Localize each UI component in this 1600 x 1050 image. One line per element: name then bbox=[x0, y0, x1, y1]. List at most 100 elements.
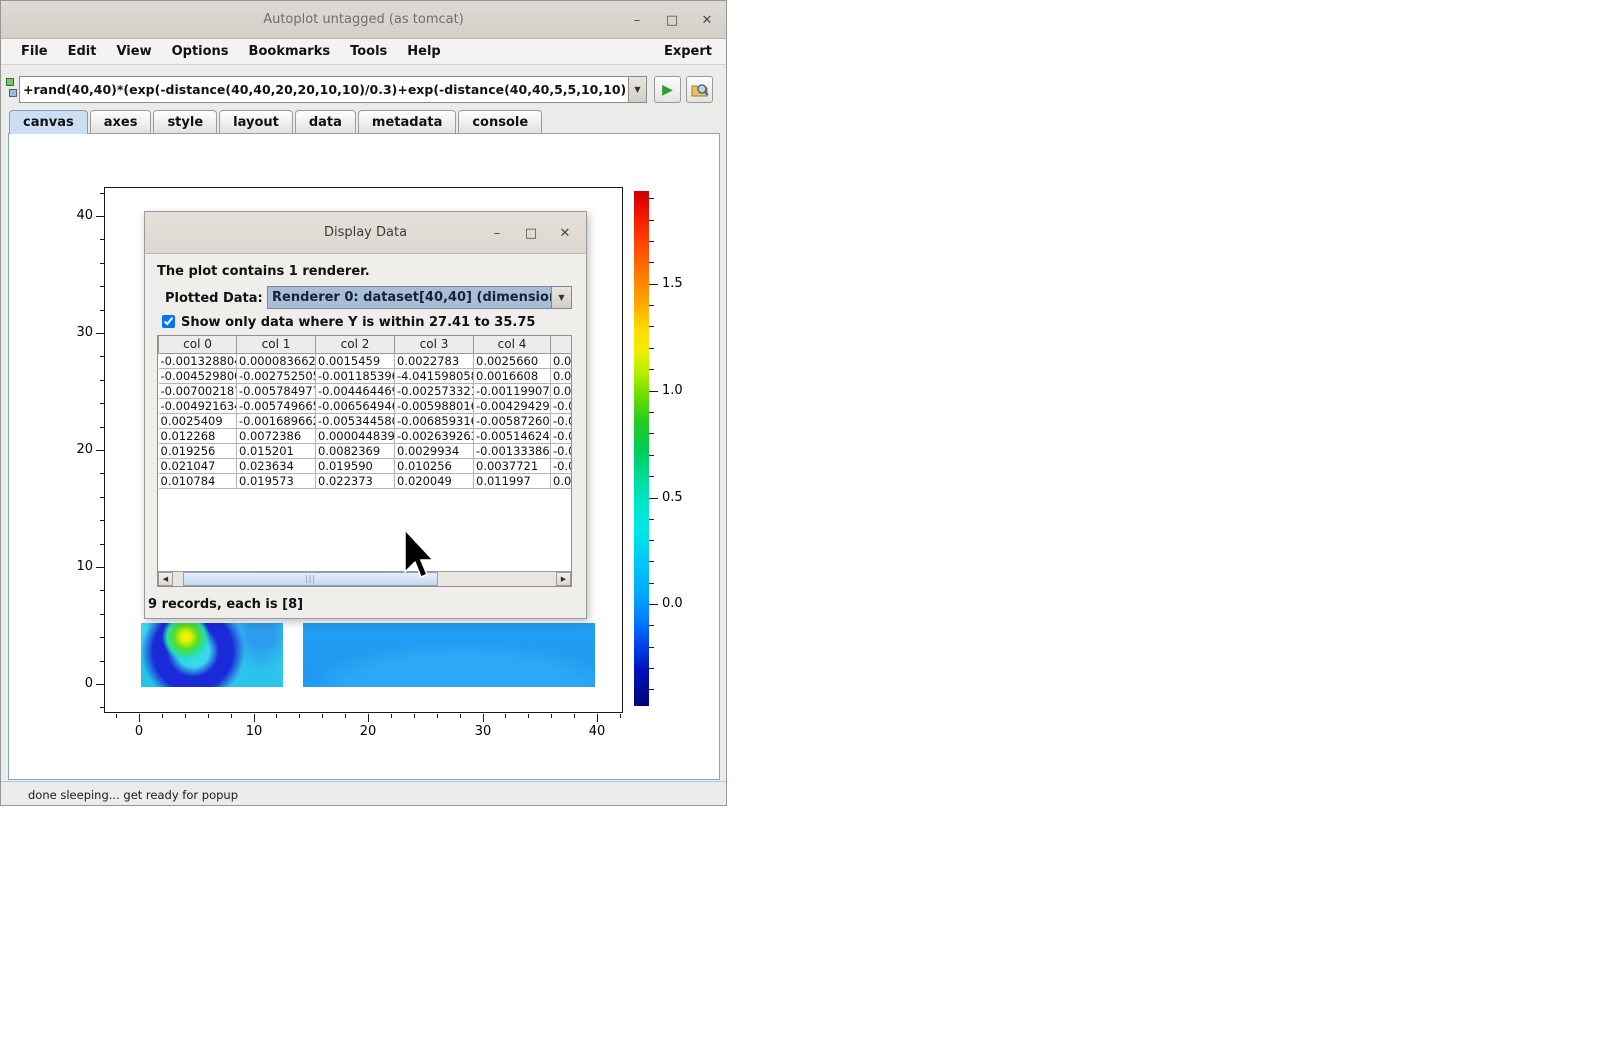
table-cell[interactable]: 0.0025409 bbox=[159, 413, 237, 428]
table-col-header[interactable] bbox=[551, 336, 573, 353]
title-bar[interactable]: Autoplot untagged (as tomcat) – □ ✕ bbox=[1, 1, 726, 39]
dialog-minimize-icon[interactable]: – bbox=[490, 226, 504, 241]
table-cell[interactable]: 0.00 bbox=[551, 368, 573, 383]
maximize-icon[interactable]: □ bbox=[665, 13, 679, 28]
table-row[interactable]: 0.0192560.0152010.00823690.0029934-0.001… bbox=[159, 443, 573, 458]
table-row[interactable]: 0.0025409-0.001689662...-0.005344580...-… bbox=[159, 413, 573, 428]
tab-metadata[interactable]: metadata bbox=[358, 110, 456, 134]
table-cell[interactable]: -0.004921634... bbox=[159, 398, 237, 413]
colorbar[interactable] bbox=[634, 191, 649, 706]
table-cell[interactable]: 0.000083662 bbox=[237, 353, 316, 368]
table-cell[interactable]: -0.005784977... bbox=[237, 383, 316, 398]
tab-console[interactable]: console bbox=[458, 110, 542, 134]
table-cell[interactable]: 0.0082369 bbox=[316, 443, 395, 458]
table-cell[interactable]: -0.001328804... bbox=[159, 353, 237, 368]
table-cell[interactable]: 0.019573 bbox=[237, 473, 316, 488]
tab-style[interactable]: style bbox=[153, 110, 217, 134]
uri-input[interactable] bbox=[19, 76, 629, 103]
menu-item-tools[interactable]: Tools bbox=[340, 44, 397, 59]
dialog-maximize-icon[interactable]: □ bbox=[524, 226, 538, 241]
table-cell[interactable]: 0.0029934 bbox=[395, 443, 474, 458]
table-cell[interactable]: -0.005146240... bbox=[474, 428, 551, 443]
table-cell[interactable]: 0.019590 bbox=[316, 458, 395, 473]
menu-item-view[interactable]: View bbox=[106, 44, 161, 59]
table-cell[interactable]: 0.021047 bbox=[159, 458, 237, 473]
table-col-header[interactable]: col 1 bbox=[237, 336, 316, 353]
table-cell[interactable]: -0.001185396... bbox=[316, 368, 395, 383]
table-cell[interactable]: -0.006564946... bbox=[316, 398, 395, 413]
table-cell[interactable]: 0.00 bbox=[551, 473, 573, 488]
table-cell[interactable]: 0.000044839 bbox=[316, 428, 395, 443]
table-cell[interactable]: 0.0022783 bbox=[395, 353, 474, 368]
table-cell[interactable]: 0.015201 bbox=[237, 443, 316, 458]
table-cell[interactable]: 0.019256 bbox=[159, 443, 237, 458]
combobox-arrow-icon[interactable]: ▼ bbox=[551, 287, 571, 308]
table-cell[interactable]: 0.012268 bbox=[159, 428, 237, 443]
table-cell[interactable]: -0.0 bbox=[551, 443, 573, 458]
horizontal-scrollbar[interactable]: ◀ ||| ▶ bbox=[158, 571, 571, 586]
table-cell[interactable]: -0.001333864... bbox=[474, 443, 551, 458]
table-cell[interactable]: -0.001689662... bbox=[237, 413, 316, 428]
menu-item-bookmarks[interactable]: Bookmarks bbox=[239, 44, 341, 59]
table-cell[interactable]: 0.023634 bbox=[237, 458, 316, 473]
table-col-header[interactable]: col 0 bbox=[159, 336, 237, 353]
dialog-title-bar[interactable]: Display Data – □ ✕ bbox=[145, 212, 586, 254]
y-filter-checkbox[interactable] bbox=[162, 315, 175, 328]
table-cell[interactable]: -0.0 bbox=[551, 413, 573, 428]
table-row[interactable]: -0.004921634...-0.005749665...-0.0065649… bbox=[159, 398, 573, 413]
table-row[interactable]: -0.007002187...-0.005784977...-0.0044644… bbox=[159, 383, 573, 398]
table-cell[interactable]: -0.004464469... bbox=[316, 383, 395, 398]
tab-data[interactable]: data bbox=[295, 110, 356, 134]
plotted-data-combobox[interactable]: Renderer 0: dataset[40,40] (dimension...… bbox=[267, 286, 572, 309]
menu-item-edit[interactable]: Edit bbox=[58, 44, 107, 59]
go-button[interactable]: ▶ bbox=[654, 76, 681, 103]
table-cell[interactable]: 0.0016608 bbox=[474, 368, 551, 383]
menu-item-options[interactable]: Options bbox=[162, 44, 239, 59]
tab-canvas[interactable]: canvas bbox=[9, 110, 88, 134]
tab-axes[interactable]: axes bbox=[90, 110, 152, 134]
table-col-header[interactable]: col 4 bbox=[474, 336, 551, 353]
table-cell[interactable]: -0.001199077... bbox=[474, 383, 551, 398]
table-cell[interactable]: 0.022373 bbox=[316, 473, 395, 488]
table-cell[interactable]: -4.041598058... bbox=[395, 368, 474, 383]
table-cell[interactable]: 0.0037721 bbox=[474, 458, 551, 473]
close-icon[interactable]: ✕ bbox=[700, 13, 714, 28]
table-row[interactable]: 0.0107840.0195730.0223730.0200490.011997… bbox=[159, 473, 573, 488]
table-cell[interactable]: -0.006859316... bbox=[395, 413, 474, 428]
tab-layout[interactable]: layout bbox=[219, 110, 293, 134]
table-cell[interactable]: -0.004294298... bbox=[474, 398, 551, 413]
table-cell[interactable]: -0.005872606... bbox=[474, 413, 551, 428]
table-cell[interactable]: 0.00 bbox=[551, 383, 573, 398]
scroll-right-icon[interactable]: ▶ bbox=[556, 572, 571, 586]
inspect-uri-button[interactable] bbox=[686, 76, 713, 103]
table-row[interactable]: 0.0122680.00723860.000044839-0.002639263… bbox=[159, 428, 573, 443]
table-cell[interactable]: 0.00 bbox=[551, 353, 573, 368]
table-cell[interactable]: -0.002573321... bbox=[395, 383, 474, 398]
table-cell[interactable]: -0.005988016... bbox=[395, 398, 474, 413]
menu-item-help[interactable]: Help bbox=[397, 44, 450, 59]
table-row[interactable]: -0.004529800...-0.002752505...-0.0011853… bbox=[159, 368, 573, 383]
table-cell[interactable]: 0.011997 bbox=[474, 473, 551, 488]
table-cell[interactable]: -0.005344580... bbox=[316, 413, 395, 428]
table-cell[interactable]: -0.002752505... bbox=[237, 368, 316, 383]
table-col-header[interactable]: col 2 bbox=[316, 336, 395, 353]
table-cell[interactable]: 0.0015459 bbox=[316, 353, 395, 368]
minimize-icon[interactable]: – bbox=[630, 13, 644, 28]
table-cell[interactable]: -0.007002187... bbox=[159, 383, 237, 398]
table-cell[interactable]: -0.0 bbox=[551, 458, 573, 473]
table-col-header[interactable]: col 3 bbox=[395, 336, 474, 353]
uri-dropdown-icon[interactable]: ▼ bbox=[629, 76, 647, 103]
table-cell[interactable]: 0.010784 bbox=[159, 473, 237, 488]
table-row[interactable]: -0.001328804...0.0000836620.00154590.002… bbox=[159, 353, 573, 368]
table-cell[interactable]: 0.010256 bbox=[395, 458, 474, 473]
table-row[interactable]: 0.0210470.0236340.0195900.0102560.003772… bbox=[159, 458, 573, 473]
menu-item-file[interactable]: File bbox=[11, 44, 58, 59]
table-cell[interactable]: 0.020049 bbox=[395, 473, 474, 488]
table-cell[interactable]: -0.005749665... bbox=[237, 398, 316, 413]
expert-label[interactable]: Expert bbox=[664, 44, 726, 59]
table-cell[interactable]: 0.0072386 bbox=[237, 428, 316, 443]
table-cell[interactable]: -0.0 bbox=[551, 398, 573, 413]
scroll-left-icon[interactable]: ◀ bbox=[158, 572, 173, 586]
table-cell[interactable]: -0.002639263... bbox=[395, 428, 474, 443]
table-cell[interactable]: -0.004529800... bbox=[159, 368, 237, 383]
